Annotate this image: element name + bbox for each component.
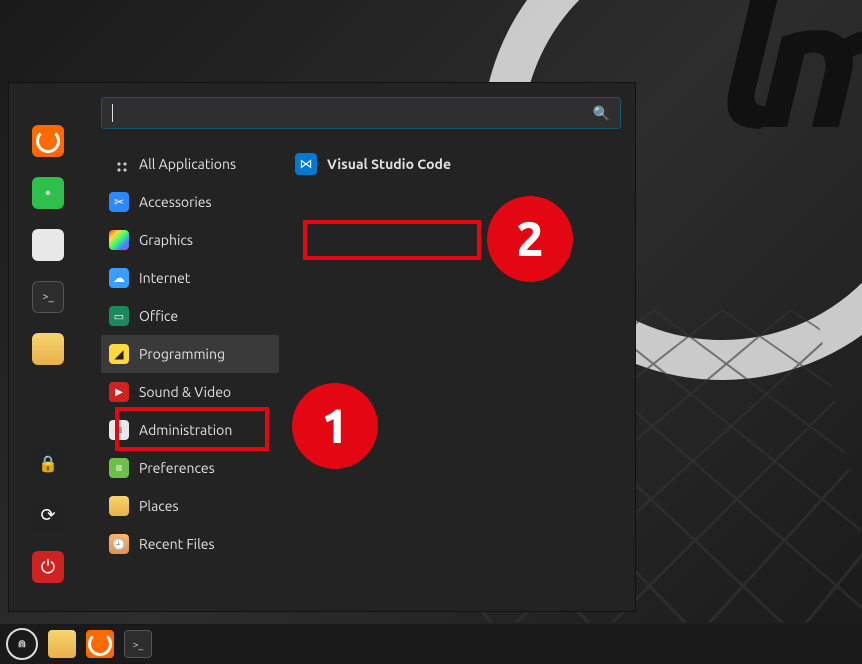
category-internet[interactable]: ☁ Internet bbox=[101, 259, 279, 297]
category-preferences[interactable]: ≡ Preferences bbox=[101, 449, 279, 487]
taskbar-mint-menu[interactable]: ⋒ bbox=[6, 628, 38, 660]
wallpaper-logo-text: lm bbox=[719, 0, 862, 162]
taskbar-files[interactable] bbox=[48, 630, 76, 658]
app-visual-studio-code[interactable]: ⋈ Visual Studio Code bbox=[287, 145, 621, 183]
search-icon: 🔍 bbox=[593, 105, 610, 122]
category-places[interactable]: Places bbox=[101, 487, 279, 525]
annotation-badge-2: 2 bbox=[487, 196, 573, 282]
favorite-display-settings[interactable] bbox=[32, 229, 64, 261]
system-power-button[interactable]: ⏻ bbox=[32, 551, 64, 583]
category-label: Accessories bbox=[139, 194, 212, 210]
category-programming[interactable]: ◢ Programming bbox=[101, 335, 279, 373]
category-icon bbox=[109, 496, 129, 516]
system-logout-button[interactable]: ⟳ bbox=[32, 499, 64, 531]
category-office[interactable]: ▭ Office bbox=[101, 297, 279, 335]
category-icon: ✂ bbox=[109, 192, 129, 212]
category-label: Preferences bbox=[139, 460, 215, 476]
category-icon: 🕘 bbox=[109, 534, 129, 554]
application-menu: ● >_ 🔒 ⟳ ⏻ 🔍 All Applications ✂ Accessories Gr… bbox=[8, 82, 636, 612]
favorites-sidebar: ● >_ 🔒 ⟳ ⏻ bbox=[9, 83, 87, 611]
category-administration[interactable]: ≡ Administration bbox=[101, 411, 279, 449]
taskbar: ⋒ >_ bbox=[0, 624, 862, 664]
category-label: Administration bbox=[139, 422, 232, 438]
system-lock-button[interactable]: 🔒 bbox=[32, 447, 64, 479]
category-label: Sound & Video bbox=[139, 384, 231, 400]
category-icon: ▶ bbox=[109, 382, 129, 402]
taskbar-firefox[interactable] bbox=[86, 630, 114, 658]
category-icon bbox=[109, 230, 129, 250]
category-label: Graphics bbox=[139, 232, 193, 248]
search-box[interactable]: 🔍 bbox=[101, 97, 621, 129]
text-cursor bbox=[112, 104, 113, 122]
category-label: Programming bbox=[139, 346, 225, 362]
favorite-terminal[interactable]: >_ bbox=[32, 281, 64, 313]
search-input[interactable] bbox=[119, 105, 593, 121]
category-icon bbox=[109, 154, 129, 174]
category-label: Places bbox=[139, 498, 179, 514]
category-icon: ▭ bbox=[109, 306, 129, 326]
annotation-badge-1: 1 bbox=[292, 383, 378, 469]
category-label: Internet bbox=[139, 270, 190, 286]
app-label: Visual Studio Code bbox=[327, 156, 451, 172]
category-sound-video[interactable]: ▶ Sound & Video bbox=[101, 373, 279, 411]
category-graphics[interactable]: Graphics bbox=[101, 221, 279, 259]
favorite-firefox[interactable] bbox=[32, 125, 64, 157]
categories-column: All Applications ✂ Accessories Graphics ☁ Int… bbox=[101, 145, 279, 597]
category-label: Recent Files bbox=[139, 536, 215, 552]
category-label: Office bbox=[139, 308, 178, 324]
category-label: All Applications bbox=[139, 156, 236, 172]
category-icon: ≡ bbox=[109, 420, 129, 440]
favorite-chat[interactable]: ● bbox=[32, 177, 64, 209]
category-all-applications[interactable]: All Applications bbox=[101, 145, 279, 183]
favorite-files[interactable] bbox=[32, 333, 64, 365]
category-icon: ◢ bbox=[109, 344, 129, 364]
app-icon: ⋈ bbox=[295, 153, 317, 175]
menu-main-area: 🔍 All Applications ✂ Accessories Graphics ☁ I… bbox=[87, 83, 635, 611]
category-icon: ≡ bbox=[109, 458, 129, 478]
category-recent-files[interactable]: 🕘 Recent Files bbox=[101, 525, 279, 563]
category-accessories[interactable]: ✂ Accessories bbox=[101, 183, 279, 221]
taskbar-terminal[interactable]: >_ bbox=[124, 630, 152, 658]
applications-column: ⋈ Visual Studio Code bbox=[279, 145, 621, 597]
category-icon: ☁ bbox=[109, 268, 129, 288]
